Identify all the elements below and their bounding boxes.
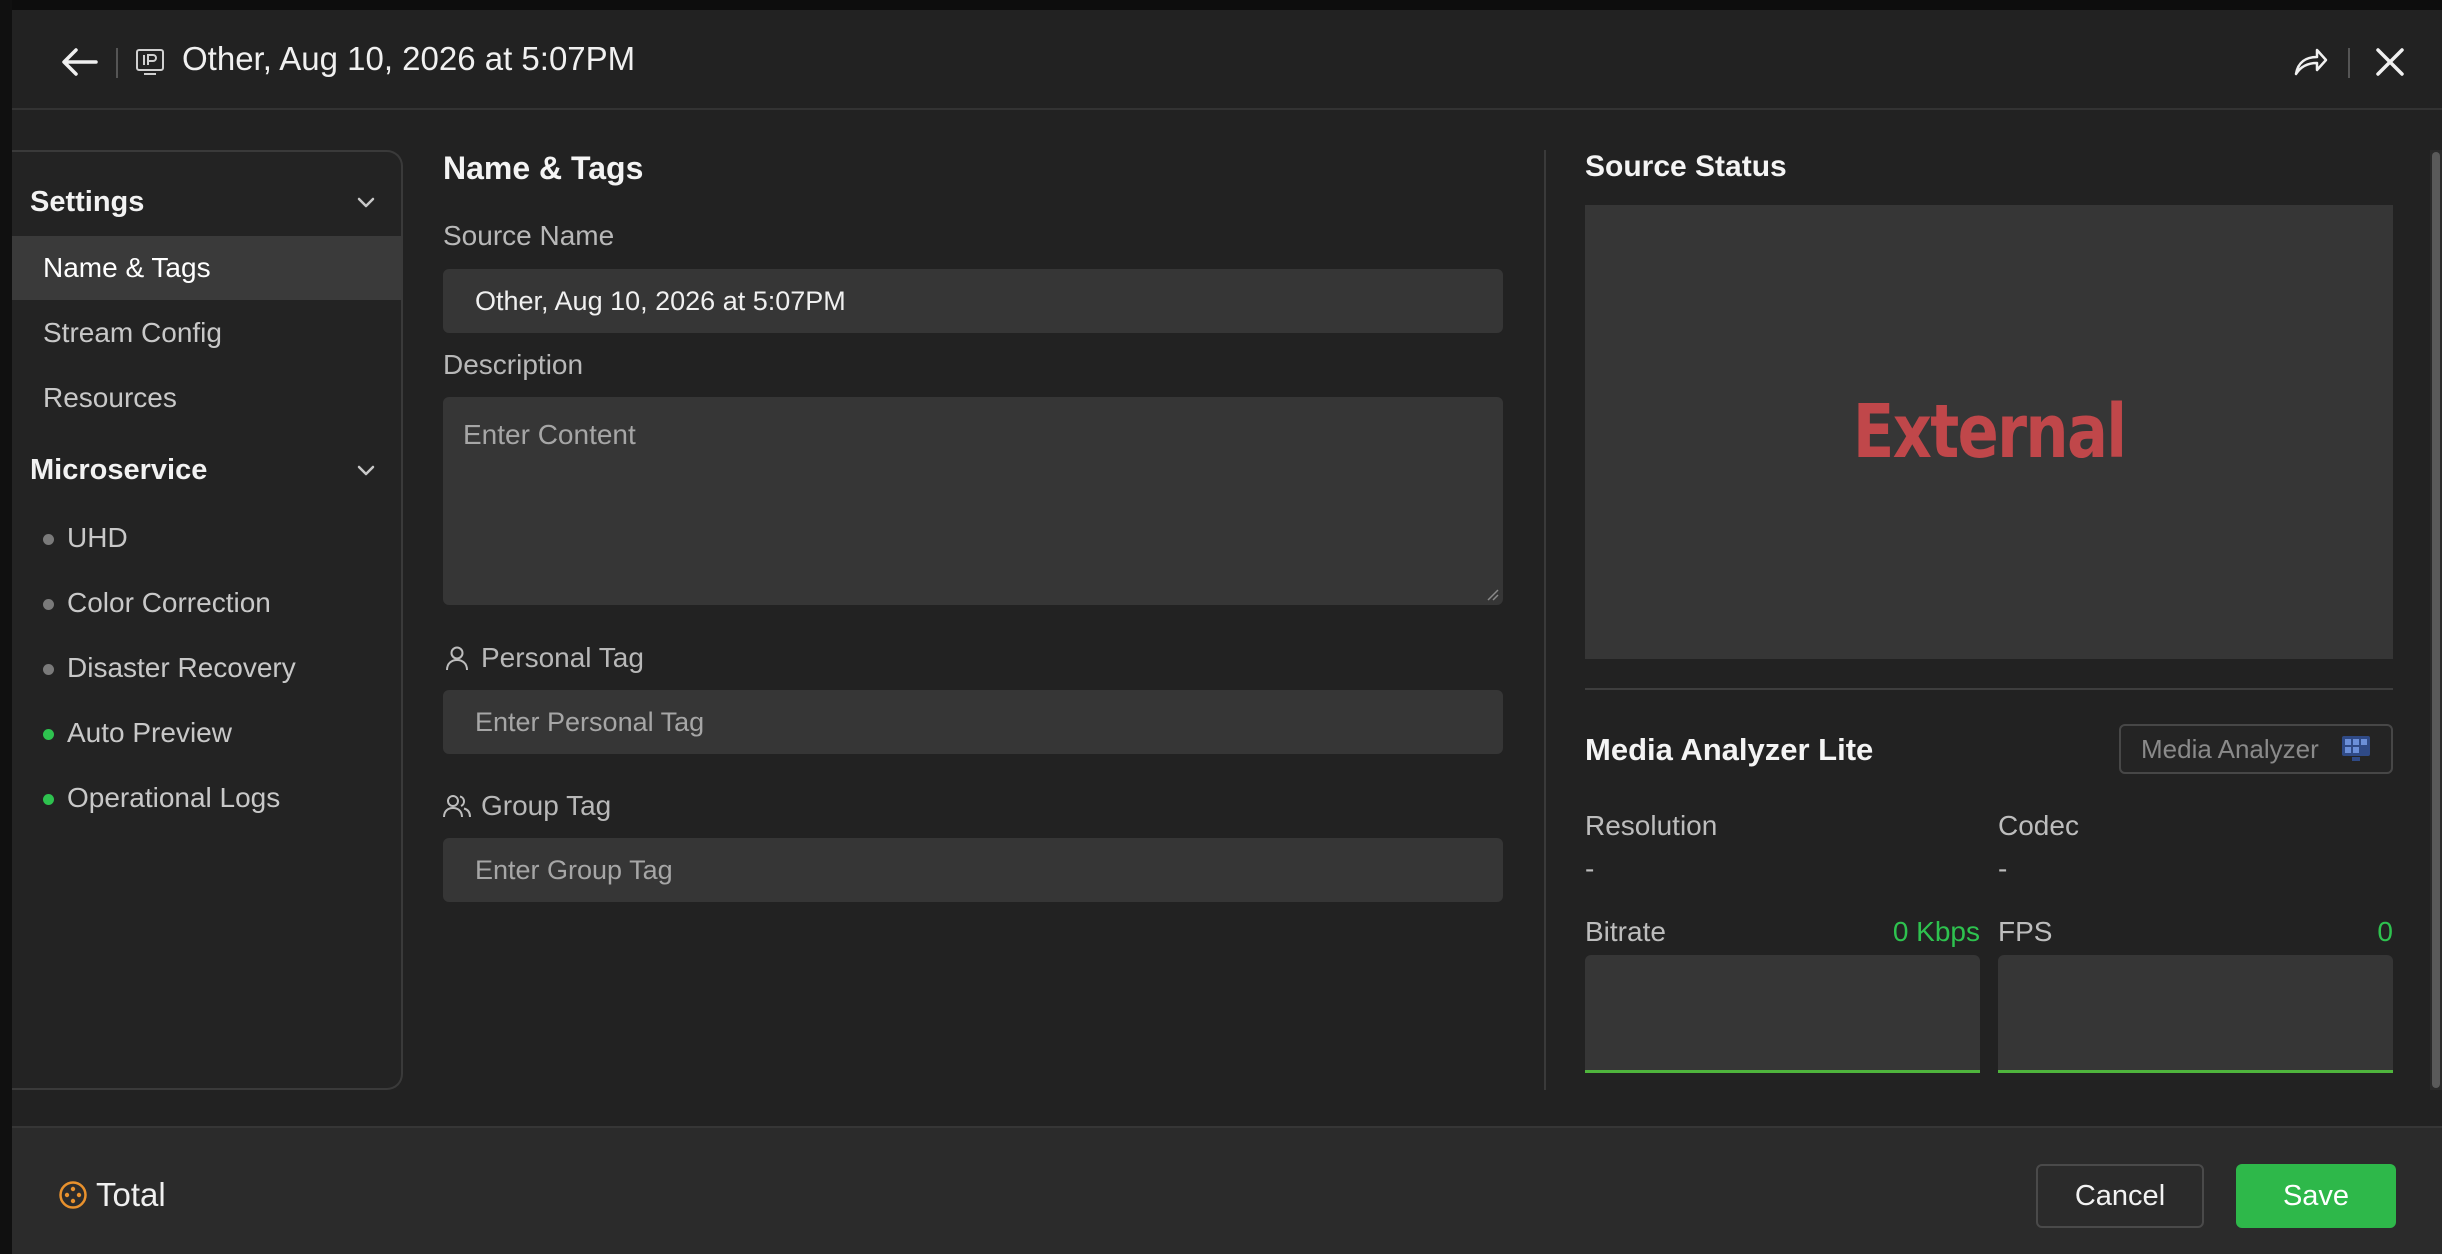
monitor-icon <box>2342 736 2370 761</box>
sidebar-item-label: Operational Logs <box>67 782 281 813</box>
sidebar-item-operational-logs[interactable]: Operational Logs <box>12 768 401 828</box>
fps-label: FPS <box>1998 916 2053 947</box>
bitrate-value: 0 Kbps <box>1892 916 1980 947</box>
sidebar-item-label: UHD <box>67 522 128 553</box>
personal-tag-input[interactable]: Enter Personal Tag <box>443 690 1503 754</box>
sidebar-item-uhd[interactable]: UHD <box>12 508 401 568</box>
sidebar-item-disaster-recovery[interactable]: Disaster Recovery <box>12 638 401 698</box>
group-tag-label: Group Tag <box>481 790 612 821</box>
background-strip-left <box>0 0 12 1254</box>
source-status-title: Source Status <box>1585 150 1787 183</box>
fps-value: 0 <box>2377 916 2393 947</box>
source-detail-modal: Other, Aug 10, 2026 at 5:07PM Settings N… <box>12 10 2442 1254</box>
codec-value: - <box>1998 853 2008 884</box>
save-button[interactable]: Save <box>2236 1164 2396 1228</box>
bitrate-graph <box>1585 955 1980 1073</box>
chevron-down-icon[interactable] <box>352 188 380 216</box>
sidebar-item-name-tags[interactable]: Name & Tags <box>12 236 401 300</box>
sidebar-item-label: Auto Preview <box>67 717 232 748</box>
page-title: Other, Aug 10, 2026 at 5:07PM <box>182 40 636 77</box>
resolution-value: - <box>1585 853 1595 884</box>
preview-label: External <box>1852 389 2127 475</box>
scrollbar-thumb[interactable] <box>2432 152 2440 1088</box>
sidebar-item-auto-preview[interactable]: Auto Preview <box>12 703 401 763</box>
codec-label: Codec <box>1998 810 2079 841</box>
fps-graph <box>1998 955 2393 1073</box>
sidebar-item-resources[interactable]: Resources <box>12 366 401 430</box>
media-analyzer-button[interactable]: Media Analyzer <box>2119 724 2393 774</box>
description-label: Description <box>443 349 584 380</box>
user-icon <box>446 646 468 671</box>
group-tag-input[interactable]: Enter Group Tag <box>443 838 1503 902</box>
status-dot-inactive <box>43 664 54 675</box>
sidebar-item-stream-config[interactable]: Stream Config <box>12 301 401 365</box>
panel-divider <box>1544 150 1546 1090</box>
sidebar-section-microservice[interactable]: Microservice <box>30 454 207 487</box>
status-dot-active <box>43 729 54 740</box>
bitrate-label: Bitrate <box>1585 916 1666 947</box>
arrow-left-icon[interactable] <box>56 42 104 82</box>
share-icon[interactable] <box>2290 42 2330 82</box>
personal-tag-label: Personal Tag <box>481 642 644 673</box>
status-dot-inactive <box>43 599 54 610</box>
modal-footer: Total Cancel Save <box>12 1126 2442 1254</box>
sidebar-item-label: Color Correction <box>67 587 271 618</box>
source-name-input[interactable]: Other, Aug 10, 2026 at 5:07PM <box>443 269 1503 333</box>
media-analyzer-button-label: Media Analyzer <box>2141 734 2319 764</box>
group-icon <box>443 795 471 818</box>
close-icon[interactable] <box>2370 42 2410 82</box>
form-title: Name & Tags <box>443 150 644 186</box>
sidebar-item-label: Disaster Recovery <box>67 652 296 683</box>
chevron-down-icon[interactable] <box>352 456 380 484</box>
cancel-button[interactable]: Cancel <box>2036 1164 2204 1228</box>
sidebar-section-settings[interactable]: Settings <box>30 186 144 219</box>
header-divider <box>2348 48 2350 78</box>
total-icon <box>59 1181 87 1209</box>
description-textarea[interactable]: Enter Content <box>443 397 1503 605</box>
media-analyzer-title: Media Analyzer Lite <box>1585 732 1874 767</box>
status-dot-inactive <box>43 534 54 545</box>
modal-header: Other, Aug 10, 2026 at 5:07PM <box>12 10 2442 110</box>
status-dot-active <box>43 794 54 805</box>
header-divider <box>116 48 118 78</box>
source-name-label: Source Name <box>443 220 615 251</box>
settings-sidebar: Settings Name & Tags Stream Config Resou… <box>12 150 403 1090</box>
total-label: Total <box>96 1176 166 1213</box>
description-placeholder: Enter Content <box>463 419 636 450</box>
ip-source-icon <box>136 49 164 75</box>
source-preview: External <box>1585 205 2393 659</box>
resolution-label: Resolution <box>1585 810 1718 841</box>
sidebar-item-color-correction[interactable]: Color Correction <box>12 573 401 633</box>
resize-grip-icon[interactable] <box>1485 587 1499 601</box>
background-strip-top <box>0 0 2442 10</box>
section-divider <box>1585 688 2393 690</box>
